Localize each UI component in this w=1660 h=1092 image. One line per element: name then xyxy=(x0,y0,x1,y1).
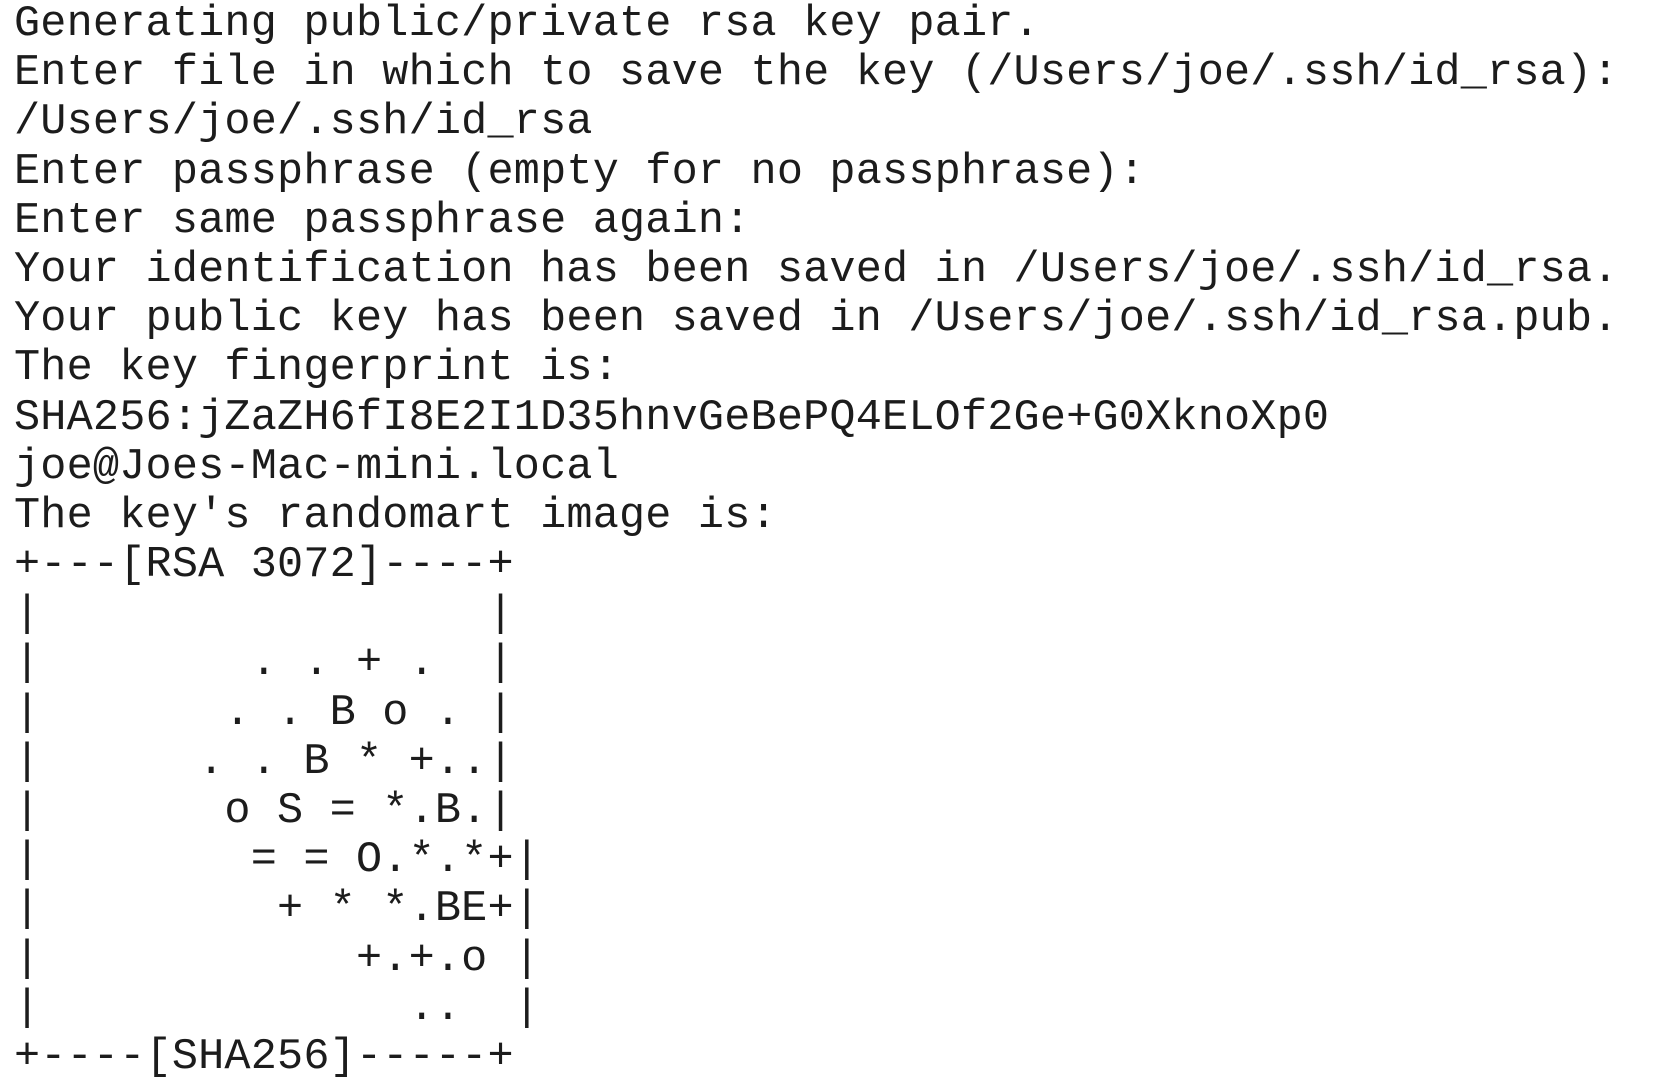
randomart-top-border: +---[RSA 3072]----+ xyxy=(14,541,514,591)
output-line-public-key-saved: Your public key has been saved in /Users… xyxy=(14,295,1619,345)
randomart-row: | | xyxy=(14,590,514,640)
randomart-row: | +.+.o | xyxy=(14,934,541,984)
output-line-passphrase-again-prompt: Enter same passphrase again: xyxy=(14,196,751,246)
randomart-bottom-border: +----[SHA256]-----+ xyxy=(14,1032,514,1082)
output-line-file-input: /Users/joe/.ssh/id_rsa xyxy=(14,98,593,148)
output-line-fingerprint-heading: The key fingerprint is: xyxy=(14,344,619,394)
output-line-randomart-heading: The key's randomart image is: xyxy=(14,491,777,541)
output-line-user-host: joe@Joes-Mac-mini.local xyxy=(14,442,619,492)
randomart-row: | . . B o . | xyxy=(14,688,514,738)
output-line-enter-file-prompt: Enter file in which to save the key (/Us… xyxy=(14,49,1619,99)
randomart-row: | .. | xyxy=(14,983,541,1033)
terminal-output: Generating public/private rsa key pair. E… xyxy=(14,0,1619,1082)
terminal-window[interactable]: Generating public/private rsa key pair. E… xyxy=(0,0,1660,1092)
randomart-row: | . . B * +..| xyxy=(14,737,514,787)
output-line-identification-saved: Your identification has been saved in /U… xyxy=(14,245,1619,295)
output-line-generating: Generating public/private rsa key pair. xyxy=(14,0,1040,49)
randomart-row: | + * *.BE+| xyxy=(14,885,541,935)
output-line-passphrase-prompt: Enter passphrase (empty for no passphras… xyxy=(14,147,1146,197)
randomart-row: | = = O.*.*+| xyxy=(14,836,541,886)
randomart-row: | . . + . | xyxy=(14,639,514,689)
output-line-fingerprint-value: SHA256:jZaZH6fI8E2I1D35hnvGeBePQ4ELOf2Ge… xyxy=(14,393,1330,443)
randomart-row: | o S = *.B.| xyxy=(14,787,514,836)
